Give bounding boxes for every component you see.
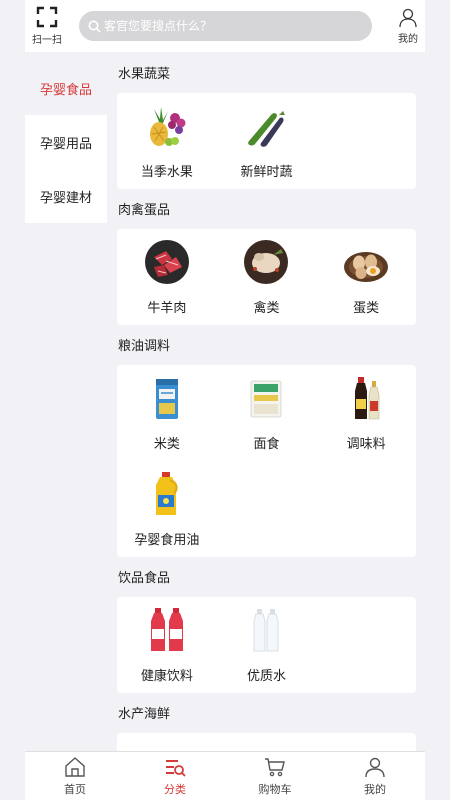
scan-button[interactable]: 扫一扫 bbox=[27, 6, 67, 46]
item-label: 当季水果 bbox=[140, 165, 193, 180]
poultry-icon bbox=[241, 237, 291, 287]
category-item-baby-cooking-oil[interactable]: 孕婴食用油 bbox=[117, 461, 217, 557]
fruit-icon bbox=[142, 101, 192, 151]
beef-icon bbox=[142, 237, 192, 287]
nav-label: 购物车 bbox=[258, 782, 292, 796]
user-icon bbox=[365, 757, 385, 777]
section-title: 肉禽蛋品 bbox=[118, 203, 171, 218]
oil-bottle-icon bbox=[142, 469, 192, 519]
category-card: 健康饮料 优质水 bbox=[117, 597, 416, 693]
item-label: 禽类 bbox=[253, 301, 280, 316]
flour-bag-icon bbox=[241, 373, 291, 423]
category-item-poultry[interactable]: 禽类 bbox=[217, 229, 317, 325]
category-icon bbox=[166, 759, 186, 777]
soda-bottle-icon bbox=[142, 605, 192, 655]
category-item-seafood[interactable] bbox=[316, 733, 416, 751]
egg-icon bbox=[341, 237, 391, 287]
category-item-rice[interactable]: 米类 bbox=[117, 365, 217, 461]
category-card bbox=[117, 733, 416, 751]
scan-label: 扫一扫 bbox=[32, 35, 62, 46]
item-label: 健康饮料 bbox=[140, 669, 193, 684]
home-icon bbox=[65, 756, 85, 777]
category-item-quality-water[interactable]: 优质水 bbox=[217, 597, 317, 693]
mine-top-button[interactable]: 我的 bbox=[393, 8, 423, 45]
seafood-icon bbox=[142, 741, 192, 751]
item-label: 牛羊肉 bbox=[147, 301, 187, 316]
nav-home[interactable]: 首页 bbox=[25, 752, 125, 800]
water-bottle-icon bbox=[241, 605, 291, 655]
sidebar-item-building[interactable]: 孕婴建材 bbox=[25, 169, 107, 223]
section-title: 水果蔬菜 bbox=[118, 67, 171, 82]
sidebar-item-label: 孕婴建材 bbox=[39, 190, 92, 206]
sauce-bottle-icon bbox=[341, 373, 391, 423]
category-item-eggs[interactable]: 蛋类 bbox=[316, 229, 416, 325]
vegetable-icon bbox=[241, 101, 291, 151]
sidebar-item-label: 孕婴用品 bbox=[39, 136, 92, 152]
category-item-beef-mutton[interactable]: 牛羊肉 bbox=[117, 229, 217, 325]
sidebar-item-food[interactable]: 孕婴食品 bbox=[25, 61, 107, 115]
sidebar-item-supplies[interactable]: 孕婴用品 bbox=[25, 115, 107, 169]
category-item-seafood[interactable] bbox=[217, 733, 317, 751]
bottom-nav: 首页 分类 购物车 我的 bbox=[25, 751, 425, 800]
search-bar[interactable] bbox=[79, 11, 372, 41]
seafood-icon bbox=[341, 741, 391, 751]
item-label: 孕婴食用油 bbox=[134, 533, 200, 548]
category-item-fresh-vegetable[interactable]: 新鲜时蔬 bbox=[217, 93, 317, 189]
category-card: 米类 面食 调味料 孕婴食用油 bbox=[117, 365, 416, 557]
user-icon bbox=[399, 8, 417, 28]
rice-bag-icon bbox=[142, 373, 192, 423]
category-item-flour[interactable]: 面食 bbox=[217, 365, 317, 461]
category-item-seasonal-fruit[interactable]: 当季水果 bbox=[117, 93, 217, 189]
item-label: 新鲜时蔬 bbox=[240, 165, 293, 180]
category-card: 牛羊肉 禽类 蛋类 bbox=[117, 229, 416, 325]
section-title: 水产海鲜 bbox=[118, 707, 171, 722]
item-label: 米类 bbox=[153, 437, 180, 452]
seafood-icon bbox=[241, 741, 291, 751]
sidebar-item-label: 孕婴食品 bbox=[39, 82, 92, 98]
category-card: 当季水果 新鲜时蔬 bbox=[117, 93, 416, 189]
item-label: 调味料 bbox=[346, 437, 386, 452]
category-item-seasoning[interactable]: 调味料 bbox=[316, 365, 416, 461]
item-label: 面食 bbox=[253, 437, 280, 452]
category-item-seafood[interactable] bbox=[117, 733, 217, 751]
nav-mine[interactable]: 我的 bbox=[325, 752, 425, 800]
category-item-healthy-drinks[interactable]: 健康饮料 bbox=[117, 597, 217, 693]
search-icon bbox=[88, 20, 101, 33]
nav-label: 分类 bbox=[164, 782, 186, 796]
category-content[interactable]: 水果蔬菜 当季水果 新鲜时蔬 肉禽蛋品 牛羊肉 禽类 蛋类 粮油调料 米类 面食… bbox=[117, 61, 416, 751]
category-sidebar: 孕婴食品 孕婴用品 孕婴建材 bbox=[25, 61, 107, 223]
nav-label: 我的 bbox=[364, 782, 386, 796]
cart-icon bbox=[265, 757, 285, 776]
nav-cart[interactable]: 购物车 bbox=[225, 752, 325, 800]
item-label: 蛋类 bbox=[353, 301, 380, 316]
section-title: 饮品食品 bbox=[118, 571, 171, 586]
mine-top-label: 我的 bbox=[398, 34, 418, 45]
section-title: 粮油调料 bbox=[118, 339, 171, 354]
search-input[interactable] bbox=[104, 19, 364, 33]
scan-icon bbox=[36, 6, 58, 28]
nav-category[interactable]: 分类 bbox=[125, 752, 225, 800]
top-header: 扫一扫 我的 bbox=[25, 0, 425, 52]
item-label: 优质水 bbox=[246, 669, 286, 684]
nav-label: 首页 bbox=[64, 782, 86, 796]
